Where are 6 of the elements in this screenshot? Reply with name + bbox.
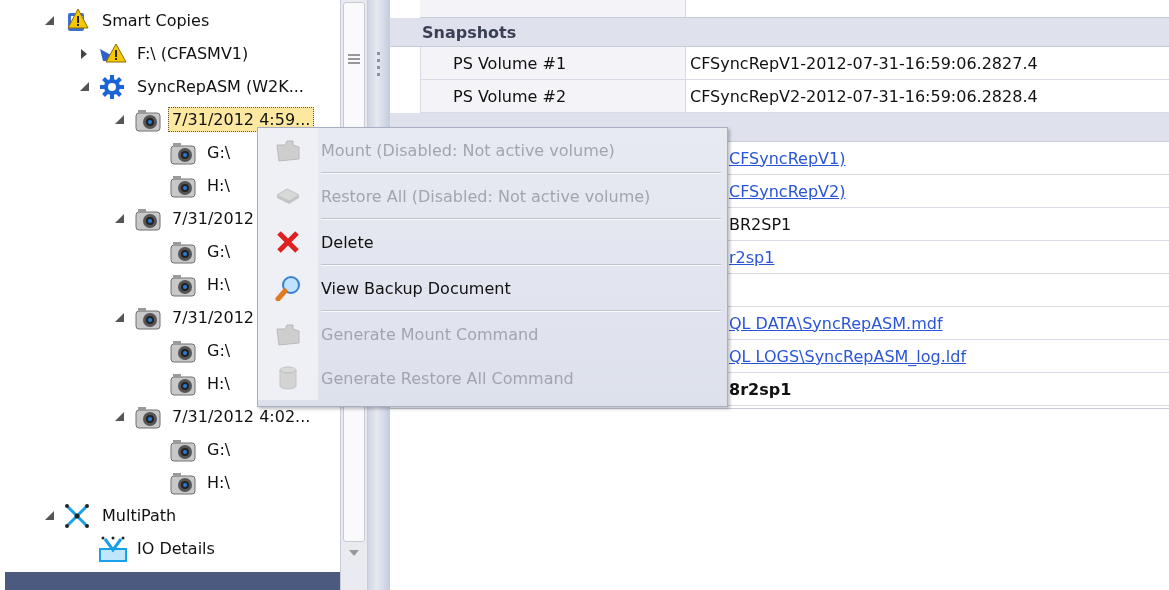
property-value: CFSyncRepV2-2012-07-31-16:59:06.2828.4 [690,86,1038,106]
property-name: PS Volume #2 [453,86,567,106]
property-value: 8r2sp1 [729,379,792,399]
property-name: PS Volume #1 [453,53,567,73]
property-value: BR2SP1 [729,214,792,234]
property-value: CFSyncRepV1-2012-07-31-16:59:06.2827.4 [690,53,1038,73]
